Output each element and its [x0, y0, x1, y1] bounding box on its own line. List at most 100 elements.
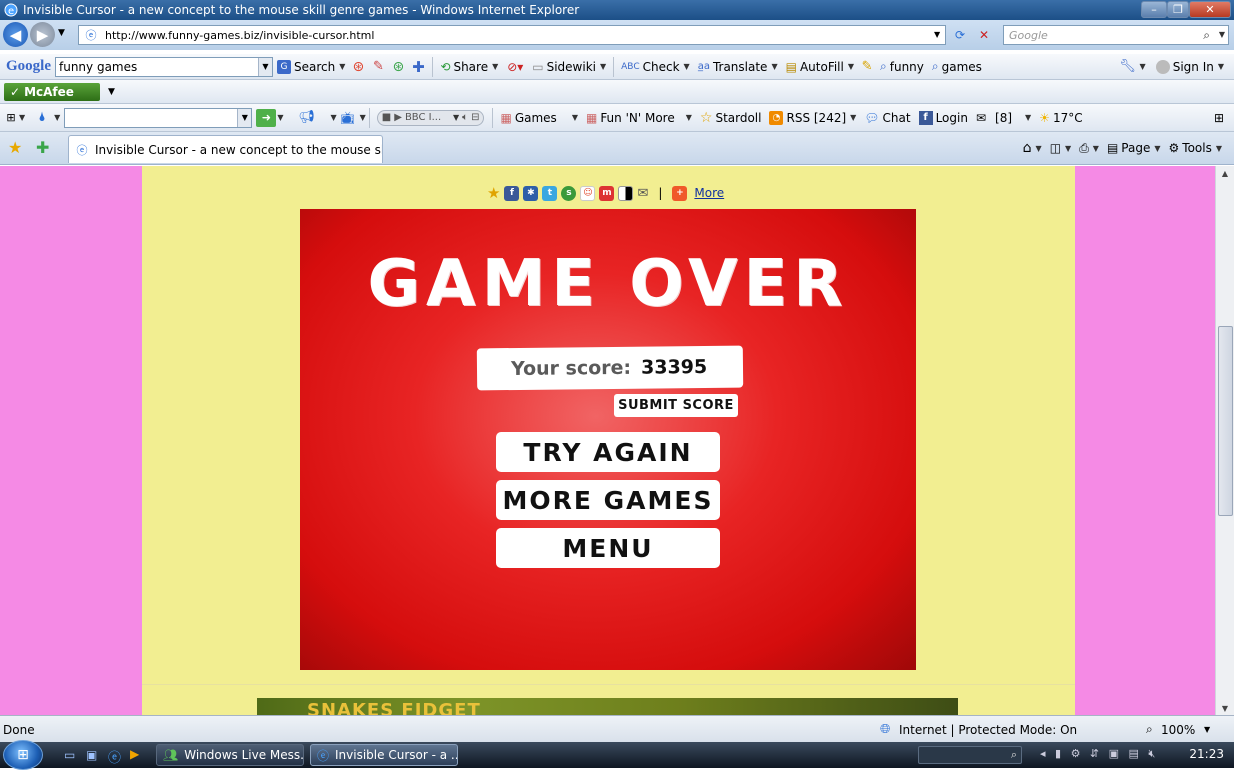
clock[interactable]: 21:23 — [1189, 747, 1224, 761]
back-button[interactable]: ◀ — [3, 22, 28, 47]
home-button[interactable]: ⌂ ▼ — [1019, 137, 1046, 159]
chat-button[interactable]: 💬︎ Chat — [860, 107, 914, 129]
fun-n-more-button[interactable]: ▦ Fun 'N' More ▼ — [582, 107, 696, 129]
security-zone[interactable]: Internet | Protected Mode: On — [899, 723, 1077, 737]
share-button[interactable]: ⟲ Share ▼ — [436, 56, 502, 78]
google-search-input[interactable]: funny games ▼ — [55, 56, 273, 77]
ie-quicklaunch-icon[interactable]: ⓔ — [108, 747, 121, 766]
tv-icon[interactable]: 📺︎ — [337, 111, 359, 125]
popup-blocker-icon[interactable]: ⊘▾ — [502, 60, 528, 74]
submit-score-button[interactable]: SUBMIT SCORE — [614, 394, 738, 417]
twitter-share-icon[interactable]: t — [542, 185, 558, 201]
tab-bar: ★ ✚ ⓔ Invisible Cursor - a new concept t… — [0, 132, 1234, 165]
more-share-link[interactable]: More — [694, 186, 724, 200]
game-canvas[interactable]: GAME OVER Your score: 33395 SUBMIT SCORE… — [300, 209, 916, 670]
autofill-button[interactable]: ▤ AutoFill ▼ — [782, 56, 858, 78]
delicious-share-icon[interactable] — [618, 185, 634, 201]
highlighter-icon[interactable]: ✎ — [858, 59, 876, 74]
volume-icon[interactable]: 🔈︎ — [462, 112, 468, 123]
search-icon[interactable]: ⌕ — [1203, 28, 1210, 43]
vertical-scrollbar[interactable]: ▲ ▼ — [1215, 166, 1234, 715]
zoom-icon[interactable]: ⌕ — [1146, 722, 1153, 737]
myspace-share-icon[interactable]: ✱ — [523, 185, 539, 201]
maximize-button[interactable]: ❐ — [1167, 1, 1189, 18]
go-arrow-icon[interactable]: ➜ — [256, 108, 277, 127]
print-button[interactable]: ⎙ ▼ — [1075, 137, 1103, 159]
mixx-share-icon[interactable]: m — [599, 185, 615, 201]
add-toolbar-icon[interactable]: ⊞ — [1212, 111, 1226, 125]
menu-button[interactable]: MENU — [496, 528, 720, 568]
colorful-swirl-icon[interactable]: ⊛ — [389, 59, 407, 75]
games-search-button[interactable]: ⌕ games — [928, 56, 986, 78]
mcafee-button[interactable]: ✓ McAfee — [4, 82, 100, 101]
start-button[interactable]: ⊞ — [3, 740, 43, 770]
mail-button[interactable]: ✉ [8] ▼ — [972, 107, 1035, 129]
taskbar-item-ie[interactable]: ⓔ Invisible Cursor - a ... — [310, 744, 458, 766]
sidewiki-button[interactable]: ▭ Sidewiki ▼ — [528, 56, 610, 78]
games-button[interactable]: ▦ Games ▼ — [496, 107, 581, 129]
history-dropdown-icon[interactable]: ▼ — [58, 28, 65, 38]
tools-menu-label: Tools — [1182, 141, 1212, 155]
show-desktop-icon[interactable]: ▭ — [64, 748, 75, 762]
more-games-button[interactable]: MORE GAMES — [496, 480, 720, 520]
toolbar-search-input[interactable]: ▼ — [64, 107, 253, 128]
sign-in-button[interactable]: Sign In ▼ — [1152, 56, 1228, 78]
switch-windows-icon[interactable]: ▣ — [86, 748, 97, 762]
radio-player[interactable]: ■ ▶ BBC I... ▼ 🔈︎ ⊟ — [376, 109, 485, 126]
rss-button[interactable]: ◔ RSS [242] ▼ — [765, 107, 860, 129]
reddit-share-icon[interactable]: ☺ — [580, 185, 596, 201]
tools-menu[interactable]: ⚙ Tools ▼ — [1165, 137, 1226, 159]
page-icon: ▤ — [1106, 141, 1119, 155]
scroll-down-arrow[interactable]: ▼ — [1216, 701, 1234, 715]
toolbar-logo-icon[interactable]: 🌢︎ — [31, 110, 53, 125]
notebook-icon[interactable]: ✎ — [367, 59, 389, 74]
page-menu[interactable]: ▤ Page ▼ — [1103, 137, 1165, 159]
query-dropdown-icon[interactable]: ▼ — [258, 57, 272, 76]
toolbar-search-dropdown-icon[interactable]: ▼ — [237, 108, 252, 127]
stop-icon[interactable]: ✕ — [976, 27, 992, 43]
tab-active[interactable]: ⓔ Invisible Cursor - a new concept to th… — [68, 135, 383, 163]
scroll-thumb[interactable] — [1218, 326, 1233, 516]
taskbar-search-box[interactable]: ⌕ — [918, 746, 1022, 764]
add-favorites-icon[interactable]: ✚ — [36, 138, 49, 157]
address-field[interactable]: ⓔ http://www.funny-games.biz/invisible-c… — [78, 25, 946, 45]
mcafee-dropdown-icon[interactable]: ▼ — [108, 87, 115, 97]
addthis-icon[interactable]: + — [672, 185, 688, 201]
google-search-button[interactable]: G Search ▼ — [273, 56, 349, 78]
try-again-button[interactable]: TRY AGAIN — [496, 432, 720, 472]
favorite-star-icon[interactable]: ★ — [487, 184, 500, 202]
minimize-button[interactable]: – — [1141, 1, 1167, 18]
stardoll-button[interactable]: ☆ Stardoll — [696, 107, 766, 129]
radio-settings-icon[interactable]: ⊟ — [471, 112, 479, 123]
search-input[interactable]: Google ⌕ ▼ — [1003, 25, 1229, 45]
address-dropdown-icon[interactable]: ▼ — [934, 30, 940, 39]
funny-search-button[interactable]: ⌕ funny — [876, 56, 928, 78]
toolbar-options-icon[interactable]: ⊞ — [4, 111, 18, 124]
facebook-login-button[interactable]: f Login — [915, 107, 972, 129]
plus-icon[interactable]: ✚ — [407, 58, 429, 76]
game-promo-banner[interactable]: SNAKES FIDGET — [257, 698, 958, 715]
feeds-button[interactable]: ◫ ▼ — [1046, 137, 1076, 159]
wrench-icon[interactable]: 🔧︎ — [1117, 59, 1139, 74]
stumbleupon-share-icon[interactable]: s — [561, 185, 577, 201]
favorites-star-icon[interactable]: ★ — [8, 138, 22, 157]
refresh-icon[interactable]: ⟳ — [952, 27, 968, 43]
translate-button[interactable]: a̲a Translate ▼ — [694, 56, 782, 78]
zoom-level[interactable]: 100% — [1161, 723, 1195, 737]
close-button[interactable]: ✕ — [1189, 1, 1231, 18]
search-options-icon[interactable]: ▼ — [1219, 30, 1225, 39]
scroll-up-arrow[interactable]: ▲ — [1216, 166, 1234, 180]
media-player-icon[interactable]: ▶ — [130, 747, 139, 761]
taskbar-item-messenger[interactable]: 👥︎ Windows Live Mess... — [156, 744, 304, 766]
facebook-share-icon[interactable]: f — [504, 185, 520, 201]
swirl-icon[interactable]: ⊛ — [349, 59, 367, 75]
zoom-dropdown-icon[interactable]: ▼ — [1204, 725, 1210, 734]
weather-button[interactable]: ☀ 17°C — [1035, 107, 1086, 129]
megaphone-icon[interactable]: 📢︎ — [283, 110, 329, 125]
forward-button[interactable]: ▶ — [30, 22, 55, 47]
system-tray-icons[interactable]: ◂ ▮ ⚙ ⇵ ▣ ▤ 🔇︎ — [1040, 747, 1158, 761]
email-share-icon[interactable]: ✉ — [637, 186, 648, 201]
check-button[interactable]: ABC Check ▼ — [617, 56, 694, 78]
play-icon[interactable]: ▶ — [394, 112, 402, 123]
stop-icon[interactable]: ■ — [382, 112, 391, 123]
